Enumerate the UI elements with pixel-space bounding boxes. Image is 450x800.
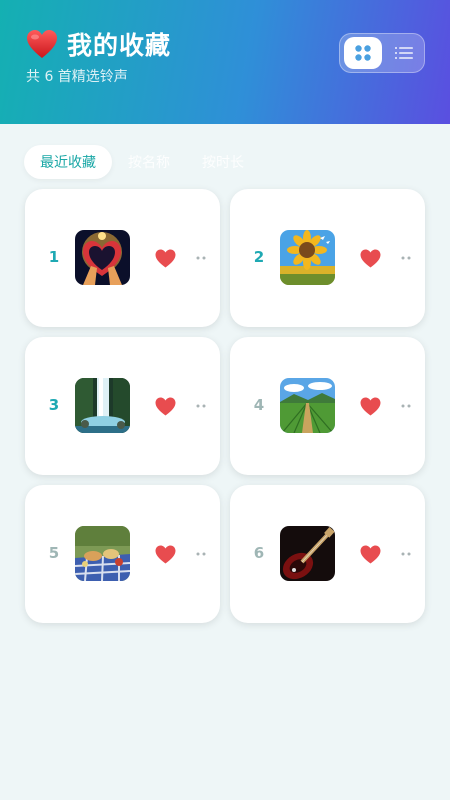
more-icon[interactable]: [196, 551, 206, 557]
ringtone-card[interactable]: 6: [230, 485, 425, 623]
ringtone-card[interactable]: 4: [230, 337, 425, 475]
list-view-button[interactable]: [386, 37, 422, 69]
ringtone-card[interactable]: 5: [25, 485, 220, 623]
header: 我的收藏 共 6 首精选铃声: [0, 0, 450, 124]
page-title: 我的收藏: [67, 31, 172, 60]
more-icon[interactable]: [401, 255, 411, 261]
favorite-heart-icon[interactable]: [155, 545, 176, 564]
rank-number: 1: [48, 248, 60, 266]
heart-icon: [27, 30, 57, 58]
cover-image: [280, 378, 335, 433]
cover-image: [75, 378, 130, 433]
rank-number: 4: [253, 396, 265, 414]
cover-image: [280, 526, 335, 581]
grid-icon: [355, 45, 371, 61]
ringtone-card[interactable]: 1: [25, 189, 220, 327]
tab-by-name[interactable]: 按名称: [112, 145, 186, 179]
tab-by-duration[interactable]: 按时长: [186, 145, 260, 179]
view-toggle: [339, 33, 425, 73]
favorite-heart-icon[interactable]: [360, 397, 381, 416]
list-icon: [395, 47, 413, 59]
more-icon[interactable]: [401, 403, 411, 409]
tab-recent[interactable]: 最近收藏: [24, 145, 112, 179]
grid-view-button[interactable]: [344, 37, 382, 69]
cover-image: [75, 230, 130, 285]
rank-number: 6: [253, 544, 265, 562]
rank-number: 3: [48, 396, 60, 414]
cover-image: [280, 230, 335, 285]
ringtone-card[interactable]: 3: [25, 337, 220, 475]
favorite-heart-icon[interactable]: [155, 249, 176, 268]
favorite-heart-icon[interactable]: [360, 545, 381, 564]
rank-number: 5: [48, 544, 60, 562]
rank-number: 2: [253, 248, 265, 266]
subtitle: 共 6 首精选铃声: [26, 69, 128, 85]
more-icon[interactable]: [196, 255, 206, 261]
ringtone-card[interactable]: 2: [230, 189, 425, 327]
more-icon[interactable]: [196, 403, 206, 409]
cover-image: [75, 526, 130, 581]
more-icon[interactable]: [401, 551, 411, 557]
favorite-heart-icon[interactable]: [360, 249, 381, 268]
title-row: 我的收藏: [26, 26, 171, 62]
sort-tabs: 最近收藏 按名称 按时长: [24, 144, 260, 180]
favorite-heart-icon[interactable]: [155, 397, 176, 416]
